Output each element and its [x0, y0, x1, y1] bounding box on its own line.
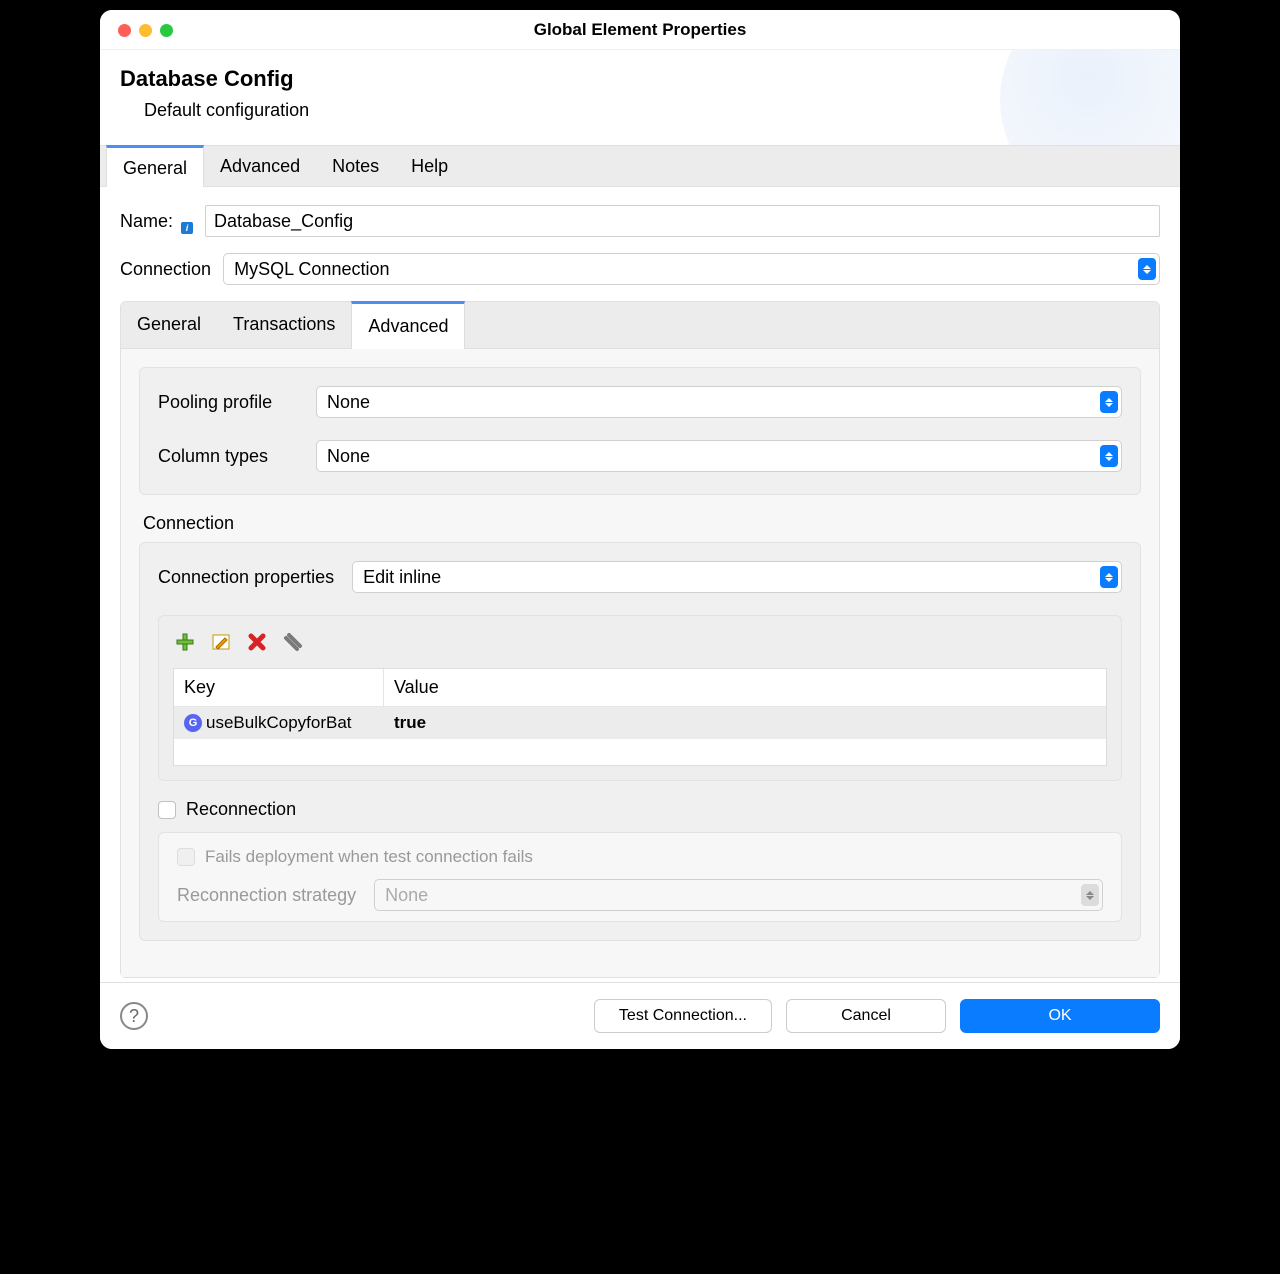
- name-label: Name:: [120, 211, 173, 232]
- traffic-lights: [118, 24, 173, 37]
- reconnection-checkbox[interactable]: [158, 801, 176, 819]
- pooling-select[interactable]: None: [316, 386, 1122, 418]
- sub-content: Pooling profile None Column types None: [121, 349, 1159, 977]
- pooling-row: Pooling profile None: [158, 386, 1122, 418]
- header-decoration: [1000, 50, 1180, 145]
- reconnection-box: Fails deployment when test connection fa…: [158, 832, 1122, 922]
- tab-help[interactable]: Help: [395, 146, 464, 186]
- select-handles-icon: [1100, 566, 1118, 588]
- tab-notes[interactable]: Notes: [316, 146, 395, 186]
- reconnection-row: Reconnection: [158, 799, 1122, 820]
- cell-key: G useBulkCopyforBat: [174, 707, 384, 739]
- fails-deploy-row: Fails deployment when test connection fa…: [177, 847, 1103, 867]
- key-text: useBulkCopyforBat: [206, 713, 352, 733]
- edit-property-button[interactable]: [209, 630, 233, 654]
- select-handles-icon: [1100, 445, 1118, 467]
- fails-deploy-checkbox: [177, 848, 195, 866]
- sub-tabs: General Transactions Advanced: [121, 302, 1159, 349]
- add-property-button[interactable]: [173, 630, 197, 654]
- column-types-label: Column types: [158, 446, 298, 467]
- help-icon[interactable]: ?: [120, 1002, 148, 1030]
- column-types-value: None: [327, 446, 370, 467]
- name-input[interactable]: [205, 205, 1160, 237]
- conn-props-mode-value: Edit inline: [363, 567, 441, 588]
- props-table-box: Key Value G useBulkCopyforBat true: [158, 615, 1122, 781]
- window-title: Global Element Properties: [100, 20, 1180, 40]
- content-area: Name: i Connection MySQL Connection Gene…: [100, 187, 1180, 982]
- sub-tab-transactions[interactable]: Transactions: [217, 302, 351, 348]
- close-window-button[interactable]: [118, 24, 131, 37]
- ok-button[interactable]: OK: [960, 999, 1160, 1033]
- conn-props-label: Connection properties: [158, 567, 334, 588]
- pooling-value: None: [327, 392, 370, 413]
- reconn-strategy-row: Reconnection strategy None: [177, 879, 1103, 911]
- column-types-select[interactable]: None: [316, 440, 1122, 472]
- connection-group-title: Connection: [143, 513, 1141, 534]
- conn-props-row: Connection properties Edit inline: [158, 561, 1122, 593]
- connection-row: Connection MySQL Connection: [120, 253, 1160, 285]
- top-tabs: General Advanced Notes Help: [100, 145, 1180, 187]
- test-connection-button[interactable]: Test Connection...: [594, 999, 772, 1033]
- col-header-key[interactable]: Key: [174, 669, 384, 706]
- reconn-strategy-value: None: [385, 885, 428, 906]
- tab-advanced[interactable]: Advanced: [204, 146, 316, 186]
- cell-value: true: [384, 707, 1106, 739]
- table-header: Key Value: [174, 669, 1106, 707]
- dialog-footer: ? Test Connection... Cancel OK: [100, 982, 1180, 1049]
- tab-general[interactable]: General: [106, 145, 204, 187]
- dialog-window: Global Element Properties Database Confi…: [100, 10, 1180, 1049]
- table-row[interactable]: G useBulkCopyforBat true: [174, 707, 1106, 739]
- fails-deploy-label: Fails deployment when test connection fa…: [205, 847, 533, 867]
- delete-property-button[interactable]: [245, 630, 269, 654]
- connection-select[interactable]: MySQL Connection: [223, 253, 1160, 285]
- pooling-label: Pooling profile: [158, 392, 298, 413]
- zoom-window-button[interactable]: [160, 24, 173, 37]
- select-handles-icon: [1138, 258, 1156, 280]
- name-row: Name: i: [120, 205, 1160, 237]
- connection-value: MySQL Connection: [234, 259, 389, 280]
- sub-tab-general[interactable]: General: [121, 302, 217, 348]
- config-title: Database Config: [120, 66, 1160, 92]
- connection-sub-panel: General Transactions Advanced Pooling pr…: [120, 301, 1160, 978]
- config-subtitle: Default configuration: [144, 100, 1160, 121]
- column-types-row: Column types None: [158, 440, 1122, 472]
- col-header-value[interactable]: Value: [384, 669, 1106, 706]
- connection-group-box: Connection properties Edit inline: [139, 542, 1141, 941]
- property-icon: G: [184, 714, 202, 732]
- reconn-strategy-select: None: [374, 879, 1103, 911]
- select-handles-icon: [1100, 391, 1118, 413]
- connection-label: Connection: [120, 259, 211, 280]
- info-icon: i: [181, 222, 193, 234]
- sub-tab-advanced[interactable]: Advanced: [351, 301, 465, 349]
- reconnection-label: Reconnection: [186, 799, 296, 820]
- minimize-window-button[interactable]: [139, 24, 152, 37]
- tools-property-button[interactable]: [281, 630, 305, 654]
- reconn-strategy-label: Reconnection strategy: [177, 885, 356, 906]
- select-handles-icon: [1081, 884, 1099, 906]
- cancel-button[interactable]: Cancel: [786, 999, 946, 1033]
- table-spacer: [174, 739, 1106, 765]
- props-toolbar: [173, 630, 1107, 654]
- props-table: Key Value G useBulkCopyforBat true: [173, 668, 1107, 766]
- profile-box: Pooling profile None Column types None: [139, 367, 1141, 495]
- titlebar: Global Element Properties: [100, 10, 1180, 50]
- header-region: Database Config Default configuration: [100, 50, 1180, 145]
- conn-props-mode-select[interactable]: Edit inline: [352, 561, 1122, 593]
